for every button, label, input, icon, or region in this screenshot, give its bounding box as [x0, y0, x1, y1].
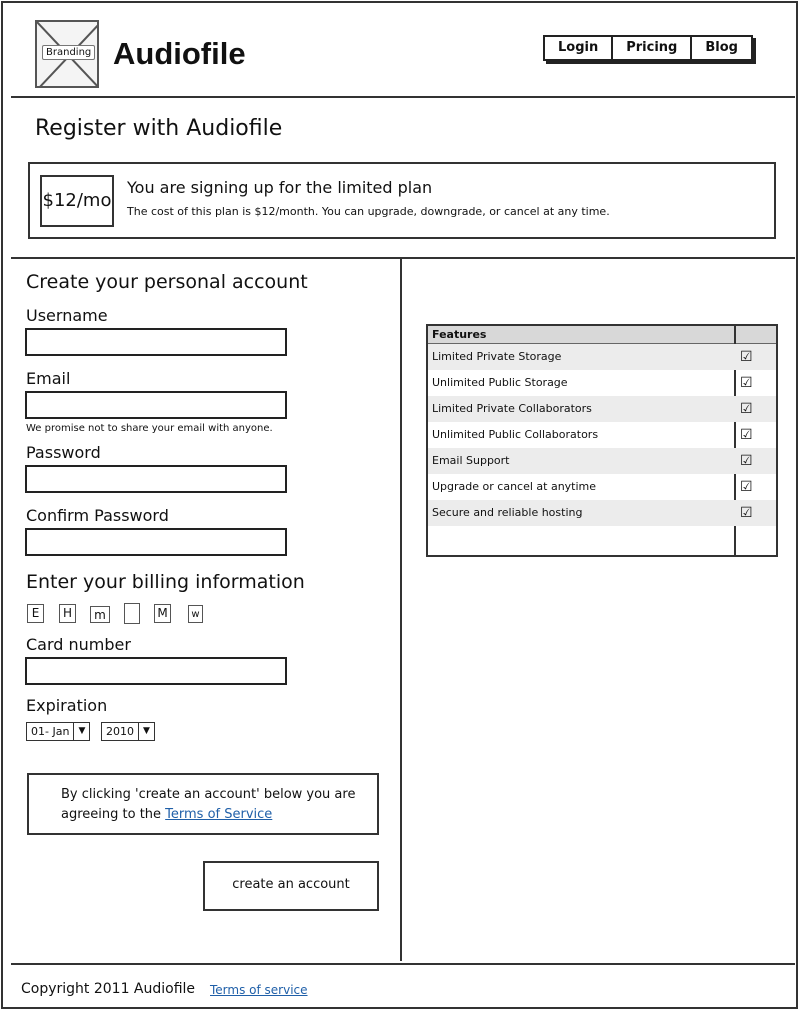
plan-heading: You are signing up for the limited plan — [127, 178, 433, 197]
nav-blog[interactable]: Blog — [692, 37, 751, 59]
card-type-h-icon[interactable]: H — [59, 604, 76, 623]
card-number-label: Card number — [26, 635, 131, 654]
footer-terms-link[interactable]: Terms of service — [210, 983, 308, 997]
confirm-password-input[interactable] — [25, 528, 287, 556]
footer-copyright: Copyright 2011 Audiofile — [21, 981, 196, 997]
plan-divider — [11, 257, 795, 259]
features-table: Features Limited Private Storage ☑ Unlimit… — [426, 324, 778, 557]
feature-row: Limited Private Collaborators ☑ — [428, 396, 776, 422]
billing-section-title: Enter your billing information — [26, 571, 305, 593]
card-type-big-m-icon[interactable]: M — [154, 604, 171, 623]
checkbox-checked-icon[interactable]: ☑ — [740, 344, 753, 370]
feature-label: Email Support — [432, 454, 510, 467]
expiration-year-select[interactable]: 2010 ▼ — [101, 722, 155, 741]
card-type-blank-icon[interactable] — [124, 603, 140, 624]
feature-label: Unlimited Public Storage — [432, 376, 568, 389]
card-type-e-icon[interactable]: E — [27, 604, 44, 623]
terms-of-service-link[interactable]: Terms of Service — [165, 807, 272, 822]
logo-placeholder: Branding — [35, 20, 99, 88]
password-input[interactable] — [25, 465, 287, 493]
expiration-year-value: 2010 — [102, 723, 139, 740]
account-section-title: Create your personal account — [26, 271, 308, 293]
checkbox-checked-icon[interactable]: ☑ — [740, 448, 753, 474]
checkbox-checked-icon[interactable]: ☑ — [740, 396, 753, 422]
password-label: Password — [26, 443, 101, 462]
card-type-m-icon[interactable]: m — [90, 606, 110, 623]
create-account-button[interactable]: create an account — [203, 861, 379, 911]
feature-label: Limited Private Storage — [432, 350, 562, 363]
chevron-down-icon: ▼ — [143, 726, 150, 736]
page-frame: Branding Audiofile Login Pricing Blog Re… — [1, 1, 798, 1009]
plan-summary: $12/mo You are signing up for the limite… — [28, 162, 776, 239]
checkbox-checked-icon[interactable]: ☑ — [740, 422, 753, 448]
feature-row: Limited Private Storage ☑ — [428, 344, 776, 370]
email-input[interactable] — [25, 391, 287, 419]
checkbox-checked-icon[interactable]: ☑ — [740, 474, 753, 500]
feature-row: Unlimited Public Storage ☑ — [428, 370, 776, 396]
confirm-password-label: Confirm Password — [26, 506, 169, 525]
footer-divider — [11, 963, 795, 965]
page-title: Register with Audiofile — [35, 116, 283, 141]
chevron-down-icon: ▼ — [78, 726, 86, 736]
plan-price: $12/mo — [40, 175, 114, 227]
email-privacy-note: We promise not to share your email with … — [26, 423, 273, 434]
terms-notice: By clicking 'create an account' below yo… — [27, 773, 379, 835]
feature-label: Unlimited Public Collaborators — [432, 428, 599, 441]
feature-row: Upgrade or cancel at anytime ☑ — [428, 474, 776, 500]
header-divider — [11, 96, 795, 98]
features-rows: Limited Private Storage ☑ Unlimited Public… — [428, 344, 776, 526]
plan-description: The cost of this plan is $12/month. You … — [127, 205, 610, 218]
logo-label: Branding — [42, 45, 96, 60]
feature-row: Email Support ☑ — [428, 448, 776, 474]
feature-row: Secure and reliable hosting ☑ — [428, 500, 776, 526]
feature-label: Upgrade or cancel at anytime — [432, 480, 597, 493]
checkbox-checked-icon[interactable]: ☑ — [740, 370, 753, 396]
feature-label: Limited Private Collaborators — [432, 402, 592, 415]
column-divider — [400, 259, 402, 961]
top-nav: Login Pricing Blog — [543, 35, 753, 61]
username-label: Username — [26, 306, 108, 325]
card-number-input[interactable] — [25, 657, 287, 685]
username-input[interactable] — [25, 328, 287, 356]
feature-row: Unlimited Public Collaborators ☑ — [428, 422, 776, 448]
features-header: Features — [428, 326, 776, 344]
nav-pricing[interactable]: Pricing — [613, 37, 693, 59]
app-title: Audiofile — [113, 36, 246, 71]
expiration-label: Expiration — [26, 696, 108, 715]
expiration-month-select[interactable]: 01- Jan ▼ — [26, 722, 91, 741]
feature-label: Secure and reliable hosting — [432, 506, 583, 519]
terms-notice-text: By clicking 'create an account' below yo… — [61, 785, 361, 825]
card-type-w-icon[interactable]: w — [188, 605, 203, 623]
checkbox-checked-icon[interactable]: ☑ — [740, 500, 753, 526]
nav-login[interactable]: Login — [545, 37, 614, 59]
email-label: Email — [26, 369, 71, 388]
expiration-month-value: 01- Jan — [27, 723, 75, 740]
